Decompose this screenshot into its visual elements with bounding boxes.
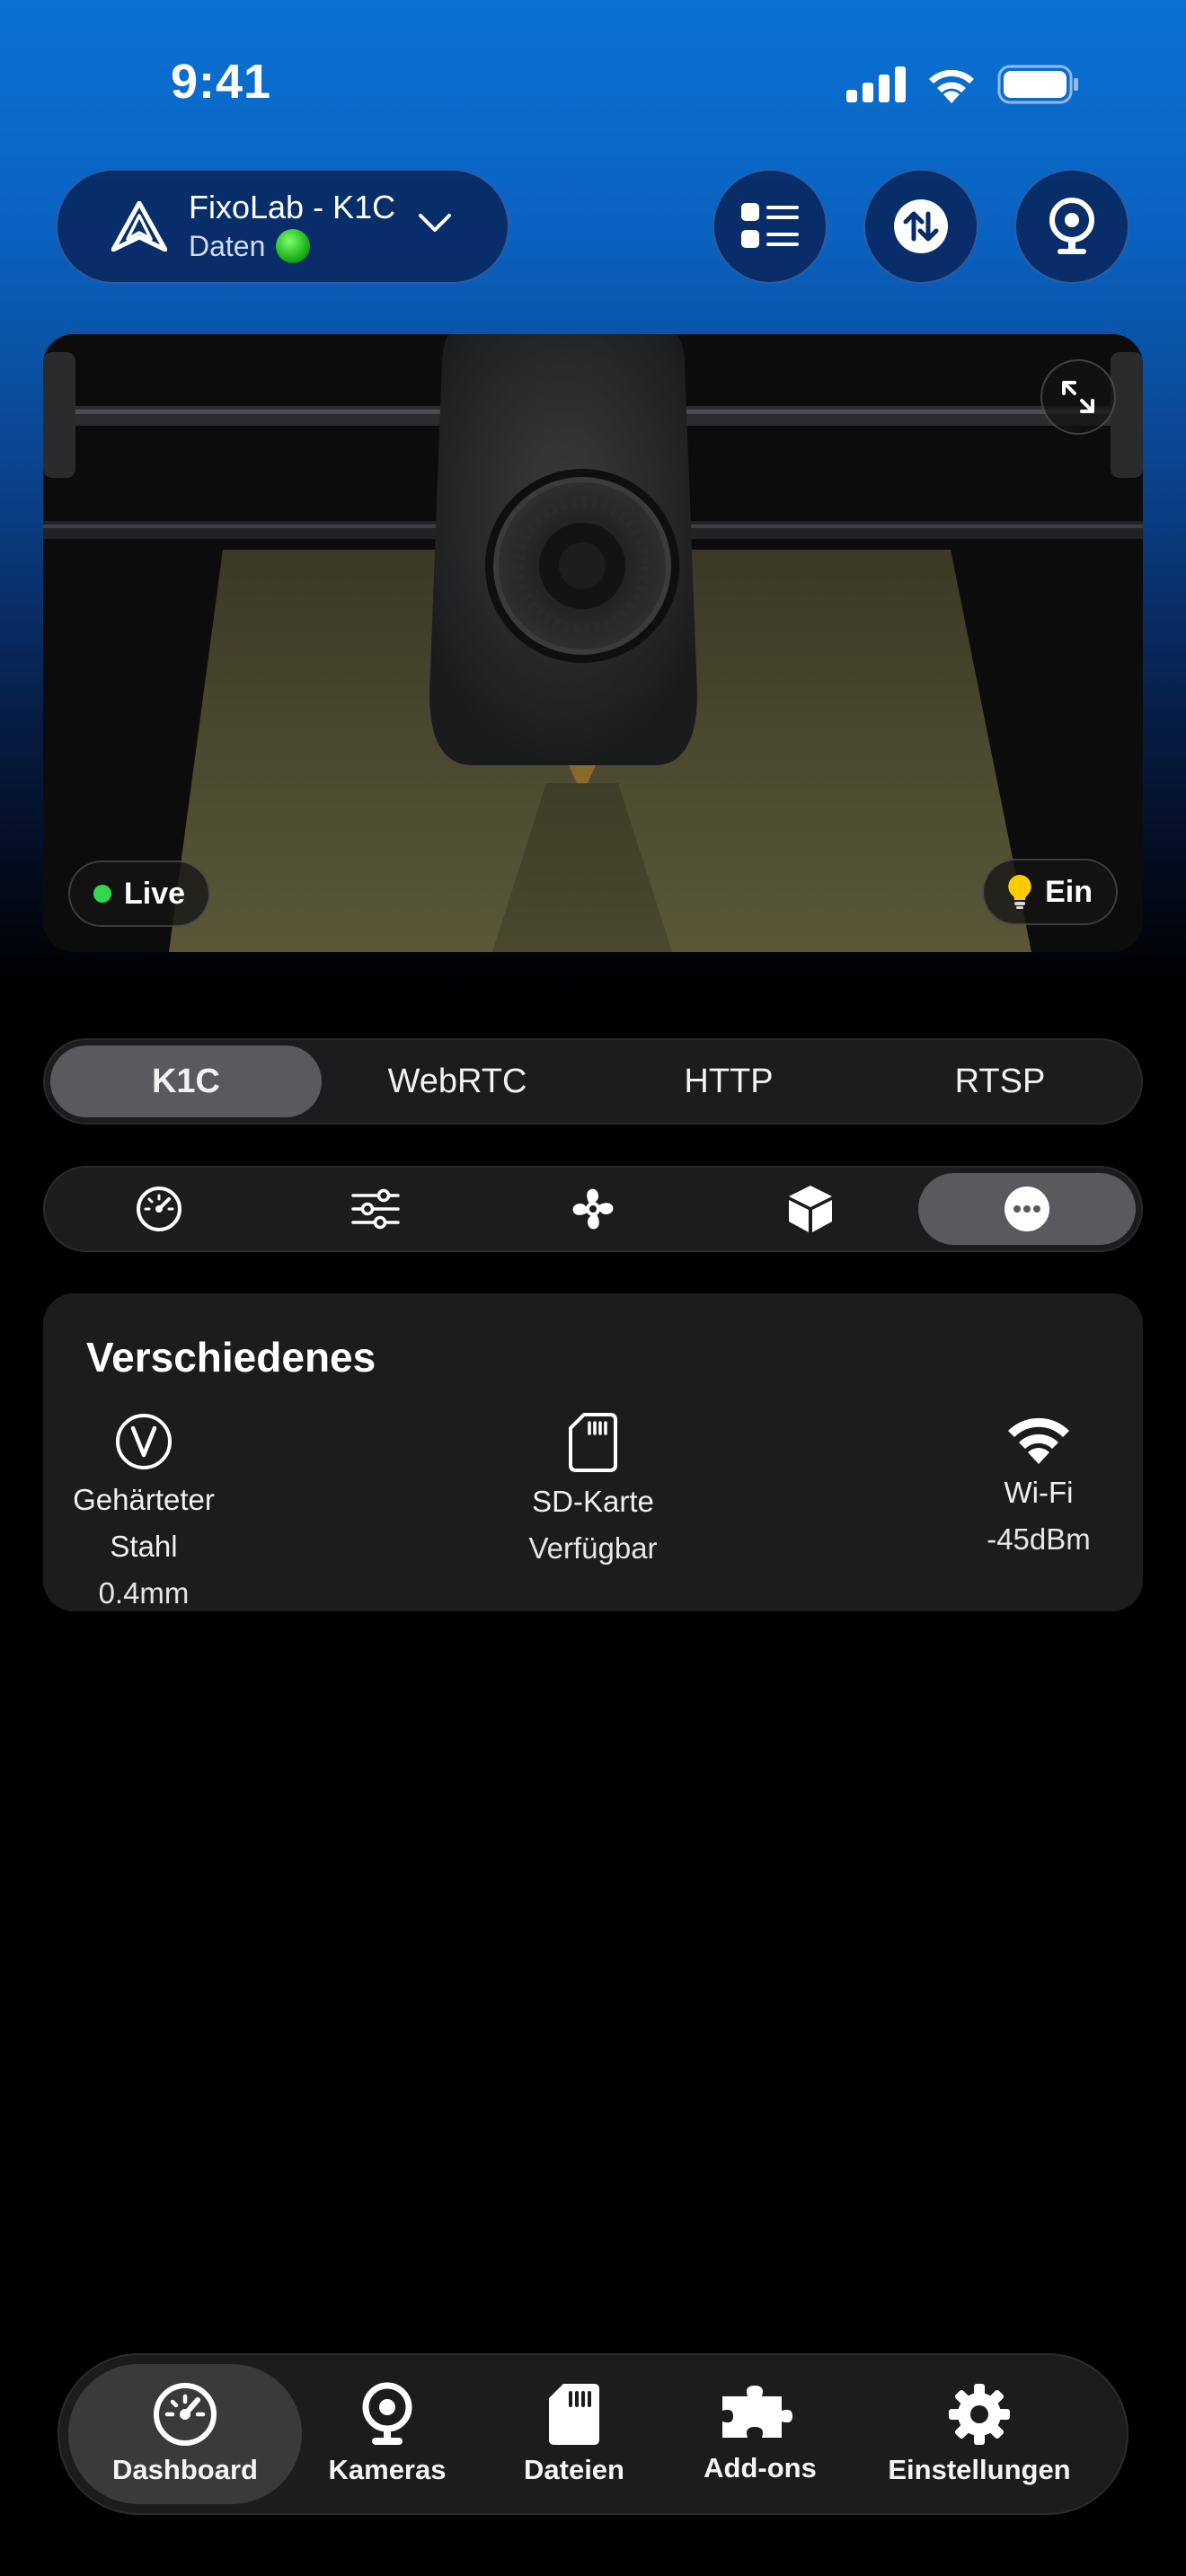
status-online-indicator: [276, 229, 311, 263]
webcam-icon: [1049, 198, 1094, 254]
light-toggle-button[interactable]: Ein: [982, 859, 1118, 925]
camera-icon: [362, 2382, 412, 2445]
arrows-up-down-icon: [894, 199, 948, 253]
tab-speed[interactable]: [50, 1173, 268, 1245]
wifi-value: -45dBm: [987, 1522, 1091, 1556]
tab-controls[interactable]: [268, 1173, 485, 1245]
tab-filament[interactable]: [702, 1173, 919, 1245]
gear-icon: [949, 2384, 1010, 2445]
nav-files-label: Dateien: [524, 2454, 624, 2485]
nozzle-info: Gehärteter Stahl 0.4mm: [47, 1412, 241, 1617]
transfer-button[interactable]: [863, 169, 978, 284]
chevron-down-icon: [419, 214, 451, 232]
sd-card-value: Verfügbar: [528, 1531, 658, 1565]
tab-fans[interactable]: [484, 1173, 702, 1245]
puzzle-icon: [722, 2386, 792, 2438]
live-badge: Live: [68, 860, 211, 927]
stream-tab-webrtc[interactable]: WebRTC: [322, 1045, 593, 1117]
more-icon: [1005, 1187, 1050, 1231]
stream-tab-k1c[interactable]: K1C: [50, 1045, 322, 1117]
light-label: Ein: [1045, 874, 1093, 909]
camera-view[interactable]: Live Ein: [43, 334, 1143, 952]
printer-name: FixoLab - K1C: [189, 189, 396, 225]
nav-settings-label: Einstellungen: [888, 2454, 1071, 2485]
printer-status-label: Daten: [189, 230, 266, 262]
sd-card-info: SD-Karte Verfügbar: [503, 1412, 683, 1572]
printer-selector[interactable]: FixoLab - K1C Daten: [56, 169, 509, 284]
stream-tab-http[interactable]: HTTP: [593, 1045, 864, 1117]
stream-tab-rtsp[interactable]: RTSP: [864, 1045, 1136, 1117]
wifi-icon: [1008, 1417, 1069, 1464]
nav-cameras[interactable]: Kameras: [302, 2364, 473, 2504]
sd-card-icon: [569, 1413, 617, 1472]
nav-addons[interactable]: Add-ons: [676, 2364, 845, 2504]
battery-icon: [997, 65, 1078, 104]
nav-cameras-label: Kameras: [328, 2454, 447, 2485]
nav-dashboard[interactable]: Dashboard: [68, 2364, 302, 2504]
nav-addons-label: Add-ons: [704, 2452, 817, 2483]
nav-dashboard-label: Dashboard: [112, 2454, 258, 2485]
camera-feed-image: [43, 334, 1143, 952]
wifi-info: Wi-Fi -45dBm: [949, 1412, 1128, 1563]
section-tab-bar: [43, 1166, 1143, 1252]
fan-icon: [572, 1188, 614, 1230]
status-icons: [846, 65, 1080, 104]
nozzle-value: 0.4mm: [98, 1576, 190, 1610]
live-label: Live: [124, 876, 186, 911]
webcam-button[interactable]: [1014, 169, 1129, 284]
status-time: 9:41: [171, 55, 272, 109]
cellular-signal-icon: [846, 66, 906, 102]
sd-card-icon: [549, 2384, 599, 2445]
wifi-status-icon: [929, 69, 974, 103]
sliders-icon: [351, 1188, 401, 1230]
stream-segmented-control: K1C WebRTC HTTP RTSP: [43, 1038, 1143, 1125]
dashboard-icon: [154, 2383, 217, 2446]
lightbulb-icon: [1008, 875, 1031, 909]
misc-card: Verschiedenes Gehärteter Stahl 0.4mm SD-…: [43, 1293, 1143, 1611]
speedometer-icon: [136, 1187, 181, 1231]
printer-logo-icon: [111, 201, 167, 251]
tab-more[interactable]: [918, 1173, 1136, 1245]
expand-icon: [1062, 381, 1094, 413]
box-icon: [788, 1186, 832, 1232]
sd-card-label: SD-Karte: [532, 1485, 654, 1518]
misc-card-title: Verschiedenes: [86, 1334, 376, 1381]
nav-settings[interactable]: Einstellungen: [845, 2364, 1114, 2504]
list-view-button[interactable]: [712, 169, 828, 284]
nozzle-label: Gehärteter Stahl: [73, 1483, 215, 1563]
live-indicator: [93, 885, 111, 903]
bottom-nav: Dashboard Kameras Dateien Add-ons Einste…: [58, 2353, 1128, 2515]
nozzle-v-icon: [116, 1414, 172, 1469]
wifi-label: Wi-Fi: [1004, 1476, 1074, 1509]
fullscreen-button[interactable]: [1040, 359, 1116, 435]
nav-files[interactable]: Dateien: [473, 2364, 676, 2504]
list-icon: [741, 203, 799, 248]
